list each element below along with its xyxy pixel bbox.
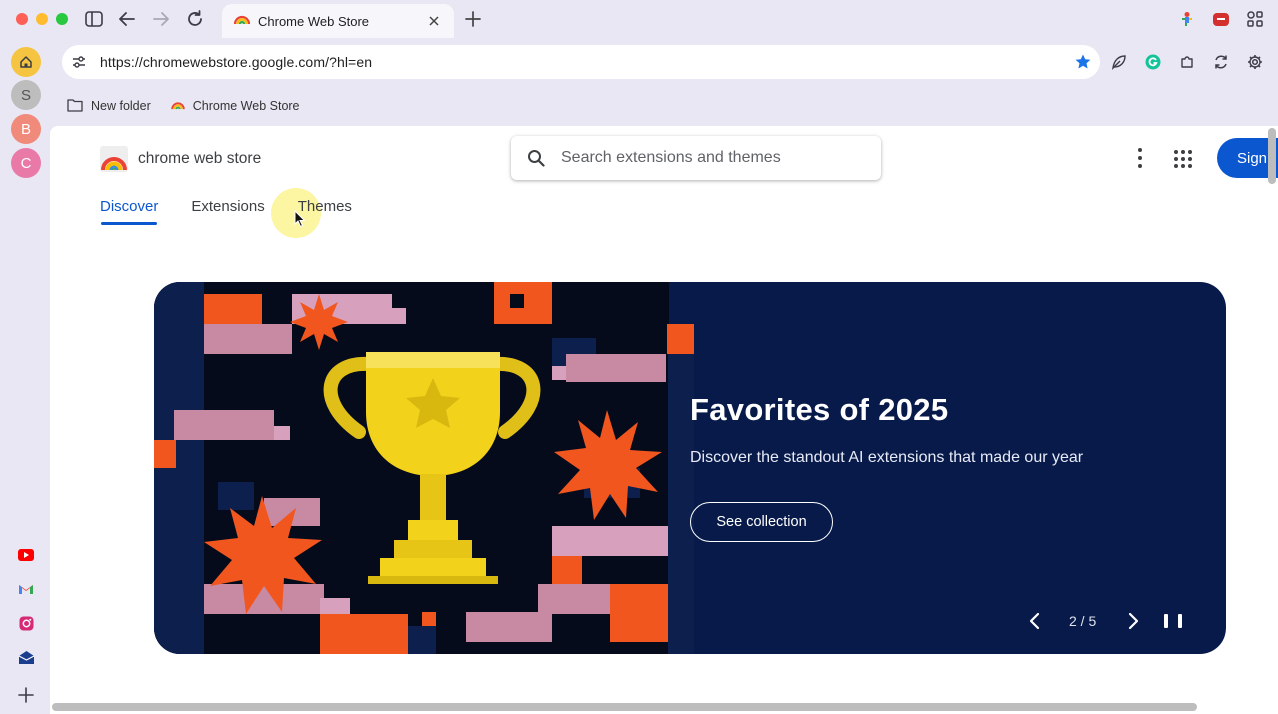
- leaf-extension-icon[interactable]: [1109, 52, 1129, 72]
- store-nav-tabs: Discover Extensions Themes: [100, 198, 385, 225]
- gmail-icon[interactable]: [17, 580, 35, 598]
- bookmark-label: New folder: [91, 99, 151, 113]
- close-window-button[interactable]: [16, 13, 28, 25]
- more-options-icon[interactable]: [1132, 148, 1148, 168]
- extension-figure-icon[interactable]: [1176, 8, 1198, 30]
- zoom-window-button[interactable]: [56, 13, 68, 25]
- web-page: chrome web store Search extensions and t…: [50, 126, 1278, 714]
- tab-title: Chrome Web Store: [258, 13, 370, 29]
- profile-avatar-s[interactable]: S: [11, 80, 41, 110]
- folder-icon: [67, 98, 83, 115]
- rainbow-icon: [171, 99, 185, 113]
- horizontal-scrollbar[interactable]: [52, 703, 1197, 711]
- tab-label: Extensions: [191, 198, 265, 215]
- search-box[interactable]: Search extensions and themes: [511, 136, 881, 180]
- bookmark-star-icon[interactable]: [1073, 52, 1093, 72]
- hero-banner: Favorites of 2025 Discover the standout …: [154, 282, 1226, 654]
- mail-icon[interactable]: [17, 648, 35, 666]
- browser-window: Chrome Web Store S B C https://chromeweb…: [0, 0, 1278, 714]
- grammarly-icon[interactable]: [1143, 52, 1163, 72]
- search-input[interactable]: Search extensions and themes: [561, 149, 781, 167]
- pause-icon[interactable]: [1164, 612, 1182, 630]
- bookmark-new-folder[interactable]: New folder: [67, 98, 151, 115]
- carousel-counter: 2 / 5: [1069, 613, 1097, 629]
- vertical-scrollbar[interactable]: [1268, 128, 1276, 184]
- active-tab-indicator: [101, 222, 157, 225]
- hero-title: Favorites of 2025: [690, 392, 949, 427]
- tab-extensions[interactable]: Extensions: [191, 198, 264, 215]
- sync-icon[interactable]: [1211, 52, 1231, 72]
- chrome-web-store-logo[interactable]: [100, 146, 128, 172]
- bookmark-chrome-web-store[interactable]: Chrome Web Store: [171, 99, 300, 113]
- home-icon[interactable]: [11, 47, 41, 77]
- reload-icon[interactable]: [184, 8, 206, 30]
- puzzle-extension-icon[interactable]: [1177, 52, 1197, 72]
- chevron-left-icon[interactable]: [1024, 610, 1046, 632]
- tab-close-icon[interactable]: [426, 13, 442, 29]
- rainbow-icon: [233, 12, 251, 30]
- search-icon: [527, 149, 545, 167]
- instagram-icon[interactable]: [17, 614, 35, 632]
- tab-label: Discover: [100, 198, 159, 215]
- new-tab-button[interactable]: [462, 8, 484, 30]
- address-bar[interactable]: https://chromewebstore.google.com/?hl=en: [62, 45, 1100, 79]
- bookmark-label: Chrome Web Store: [192, 99, 300, 113]
- youtube-icon[interactable]: [17, 546, 35, 564]
- add-app-icon[interactable]: [17, 686, 35, 704]
- trophy-illustration: [154, 282, 694, 654]
- bookmarks-bar: New folder Chrome Web Store: [62, 94, 320, 118]
- forward-arrow-icon[interactable]: [150, 8, 172, 30]
- profile-avatar-c[interactable]: C: [11, 148, 41, 178]
- see-collection-button[interactable]: See collection: [690, 502, 833, 542]
- tab-bar: Chrome Web Store: [0, 0, 1278, 38]
- google-apps-icon[interactable]: [1174, 150, 1192, 168]
- chevron-right-icon[interactable]: [1122, 610, 1144, 632]
- sidebar-toggle-icon[interactable]: [83, 8, 105, 30]
- pdf-extension-icon[interactable]: [1210, 8, 1232, 30]
- tab-chrome-web-store[interactable]: Chrome Web Store: [222, 4, 454, 38]
- back-arrow-icon[interactable]: [116, 8, 138, 30]
- profile-avatar-b[interactable]: B: [11, 114, 41, 144]
- minimize-window-button[interactable]: [36, 13, 48, 25]
- site-settings-icon[interactable]: [72, 56, 86, 68]
- url-text: https://chromewebstore.google.com/?hl=en: [100, 54, 373, 70]
- store-name: chrome web store: [138, 150, 262, 167]
- extensions-grid-icon[interactable]: [1244, 8, 1266, 30]
- hero-subtitle: Discover the standout AI extensions that…: [690, 449, 1084, 466]
- gear-icon[interactable]: [1245, 52, 1265, 72]
- tab-discover[interactable]: Discover: [100, 198, 159, 225]
- left-sidebar: S B C: [0, 38, 52, 714]
- mouse-pointer-icon: [294, 209, 306, 233]
